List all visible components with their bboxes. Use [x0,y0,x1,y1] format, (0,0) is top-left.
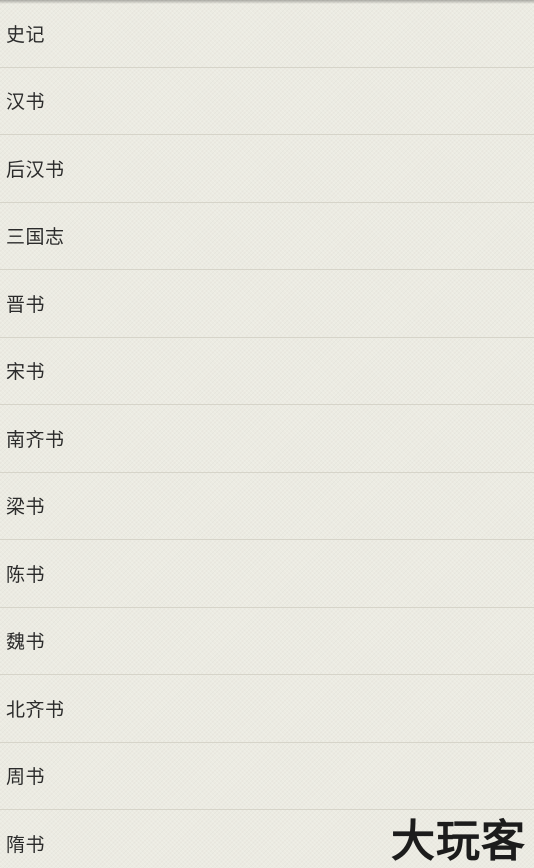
list-item-label: 汉书 [6,91,46,114]
list-item-label: 隋书 [6,834,46,857]
list-item-label: 后汉书 [6,158,65,181]
list-item[interactable]: 汉书 [0,68,534,135]
list-item-label: 三国志 [6,226,65,249]
list-item[interactable]: 后汉书 [0,135,534,203]
list-item[interactable]: 晋书 [0,270,534,338]
watermark-logo: 大玩客 [391,816,526,867]
list-item[interactable]: 宋书 [0,338,534,405]
list-item-label: 周书 [6,766,46,789]
book-list: 史记 汉书 后汉书 三国志 晋书 宋书 南齐书 梁书 陈书 魏书 北齐书 周书 … [0,0,534,868]
list-item[interactable]: 北齐书 [0,675,534,743]
list-item[interactable]: 陈书 [0,540,534,608]
list-item-label: 陈书 [6,563,46,586]
list-item-label: 南齐书 [6,428,65,451]
list-item-label: 宋书 [6,361,46,384]
list-item-label: 史记 [6,23,46,46]
list-item[interactable]: 南齐书 [0,405,534,473]
list-item[interactable]: 史记 [0,0,534,68]
list-item[interactable]: 周书 [0,743,534,810]
list-item[interactable]: 魏书 [0,608,534,675]
list-item-label: 北齐书 [6,698,65,721]
list-item-label: 魏书 [6,631,46,654]
list-item[interactable]: 梁书 [0,473,534,540]
list-item[interactable]: 三国志 [0,203,534,270]
list-item-label: 梁书 [6,496,46,519]
list-item-label: 晋书 [6,293,46,316]
